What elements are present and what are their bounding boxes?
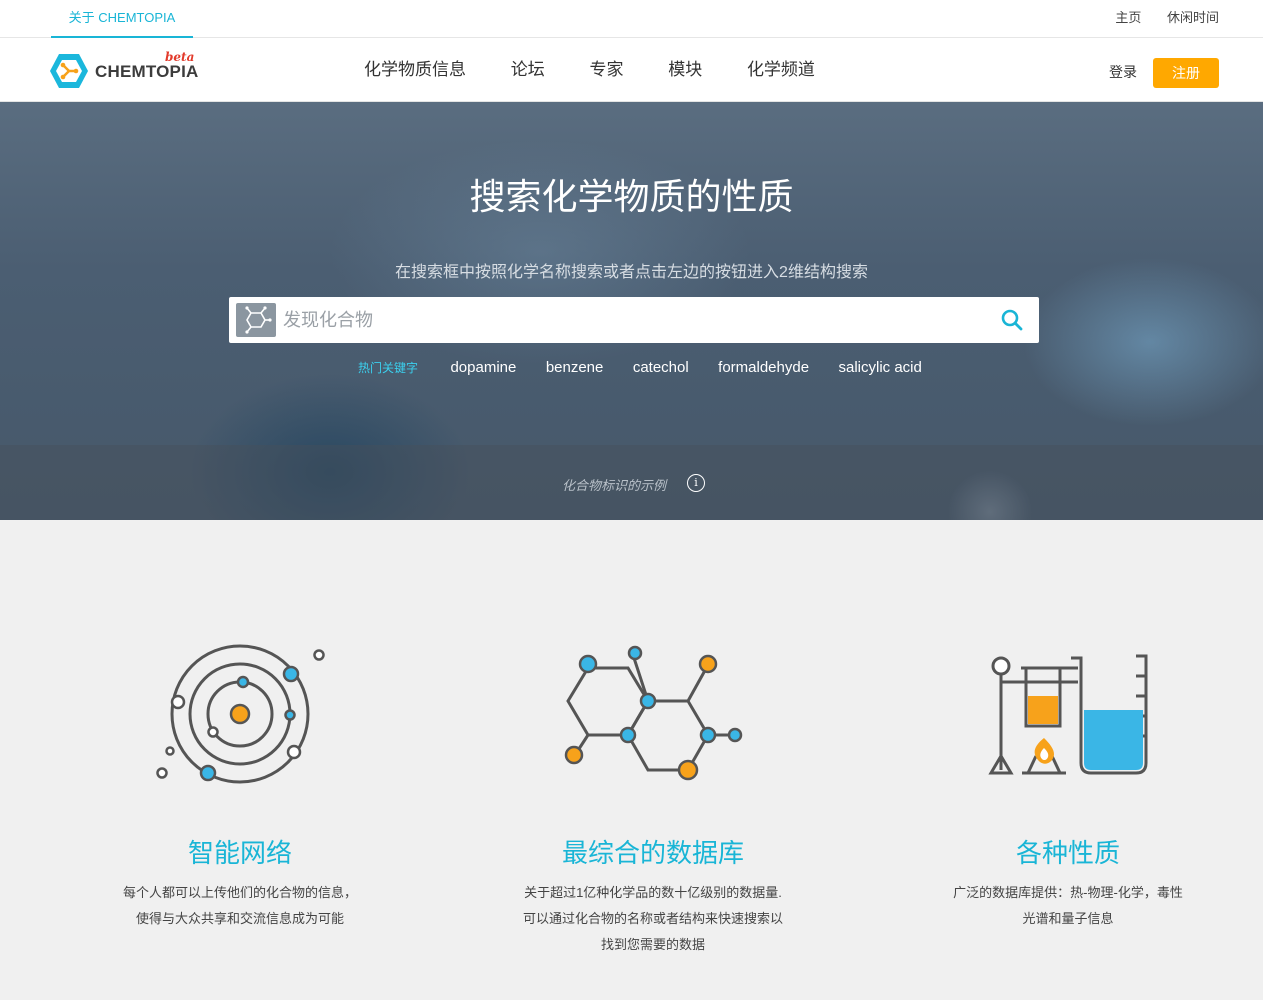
feature-description-line: 广泛的数据库提供：热-物理-化学，毒性 xyxy=(953,885,1183,900)
feature-description: 广泛的数据库提供：热-物理-化学，毒性 光谱和量子信息 xyxy=(908,880,1228,932)
top-links: 主页 休闲时间 xyxy=(1093,0,1219,38)
feature-description: 关于超过1亿种化学品的数十亿级别的数据量. 可以通过化合物的名称或者结构来快速搜… xyxy=(493,880,813,958)
features-section: 智能网络 每个人都可以上传他们的化合物的信息， 使得与大众共享和交流信息成为可能 xyxy=(0,520,1263,1000)
nav-item-chemical-info[interactable]: 化学物质信息 xyxy=(364,60,466,79)
beta-badge: beta xyxy=(165,50,195,64)
keyword-link[interactable]: salicylic acid xyxy=(839,359,922,376)
hero-title: 搜索化学物质的性质 xyxy=(469,176,794,217)
feature-description-line: 每个人都可以上传他们的化合物的信息， xyxy=(122,885,357,900)
search-icon xyxy=(1001,309,1023,331)
lab-equipment-icon xyxy=(988,654,1148,775)
signup-button[interactable]: 注册 xyxy=(1153,58,1219,88)
feature-description-line: 光谱和量子信息 xyxy=(1022,911,1114,926)
molecule-structure-icon xyxy=(564,645,743,781)
hero-banner: 搜索化学物质的性质 在搜索框中按照化学名称搜索或者点击左边的按钮进入2维结构搜索 xyxy=(0,102,1263,520)
hot-keywords-label: 热门关键字 xyxy=(358,361,419,375)
keyword-link[interactable]: formaldehyde xyxy=(718,359,809,376)
feature-title: 各种性质 xyxy=(1015,838,1120,868)
chemtopia-logo[interactable]: CHEMTOPIA beta xyxy=(49,50,209,91)
search-button[interactable] xyxy=(999,307,1025,333)
hero-subtitle: 在搜索框中按照化学名称搜索或者点击左边的按钮进入2维结构搜索 xyxy=(395,264,868,281)
feature-description-line: 关于超过1亿种化学品的数十亿级别的数据量. xyxy=(524,885,782,900)
feature-description-line: 可以通过化合物的名称或者结构来快速搜索以 xyxy=(522,911,783,926)
login-link[interactable]: 登录 xyxy=(1109,62,1137,82)
molecule-draw-icon xyxy=(245,306,272,334)
hot-keywords: 热门关键字 dopamine benzene catechol formalde… xyxy=(358,358,947,378)
compound-search-input[interactable] xyxy=(283,303,983,337)
feature-description: 每个人都可以上传他们的化合物的信息， 使得与大众共享和交流信息成为可能 xyxy=(80,880,400,932)
nav-item-chem-channel[interactable]: 化学频道 xyxy=(747,60,815,79)
brand-name: CHEMTOPIA xyxy=(95,62,199,81)
keyword-link[interactable]: benzene xyxy=(546,359,604,376)
nav-item-modules[interactable]: 模块 xyxy=(668,60,702,79)
about-chemtopia-tab[interactable]: 关于 CHEMTOPIA xyxy=(51,0,193,38)
leisure-link[interactable]: 休闲时间 xyxy=(1167,10,1219,25)
nav-item-experts[interactable]: 专家 xyxy=(589,60,623,79)
feature-title: 智能网络 xyxy=(187,838,292,868)
network-orbit-icon xyxy=(156,644,325,784)
info-icon[interactable]: i xyxy=(687,474,705,492)
structure-draw-button[interactable] xyxy=(236,303,276,337)
keyword-link[interactable]: dopamine xyxy=(450,359,516,376)
feature-title: 最综合的数据库 xyxy=(561,838,744,868)
home-link[interactable]: 主页 xyxy=(1115,10,1141,25)
hexagon-logo-icon xyxy=(50,54,88,88)
main-nav: 化学物质信息 论坛 专家 模块 化学频道 xyxy=(364,38,855,102)
top-utility-bar: 关于 CHEMTOPIA 主页 休闲时间 xyxy=(0,0,1263,38)
search-bar xyxy=(229,297,1039,343)
nav-item-forum[interactable]: 论坛 xyxy=(511,60,545,79)
compound-example-link[interactable]: 化合物标识的示例 xyxy=(562,475,666,494)
main-header: CHEMTOPIA beta 化学物质信息 论坛 专家 模块 化学频道 登录 注… xyxy=(0,38,1263,102)
compound-example-band: 化合物标识的示例 i xyxy=(0,445,1263,520)
feature-description-line: 使得与大众共享和交流信息成为可能 xyxy=(135,911,344,926)
keyword-link[interactable]: catechol xyxy=(633,359,689,376)
feature-description-line: 找到您需要的数据 xyxy=(600,937,705,952)
